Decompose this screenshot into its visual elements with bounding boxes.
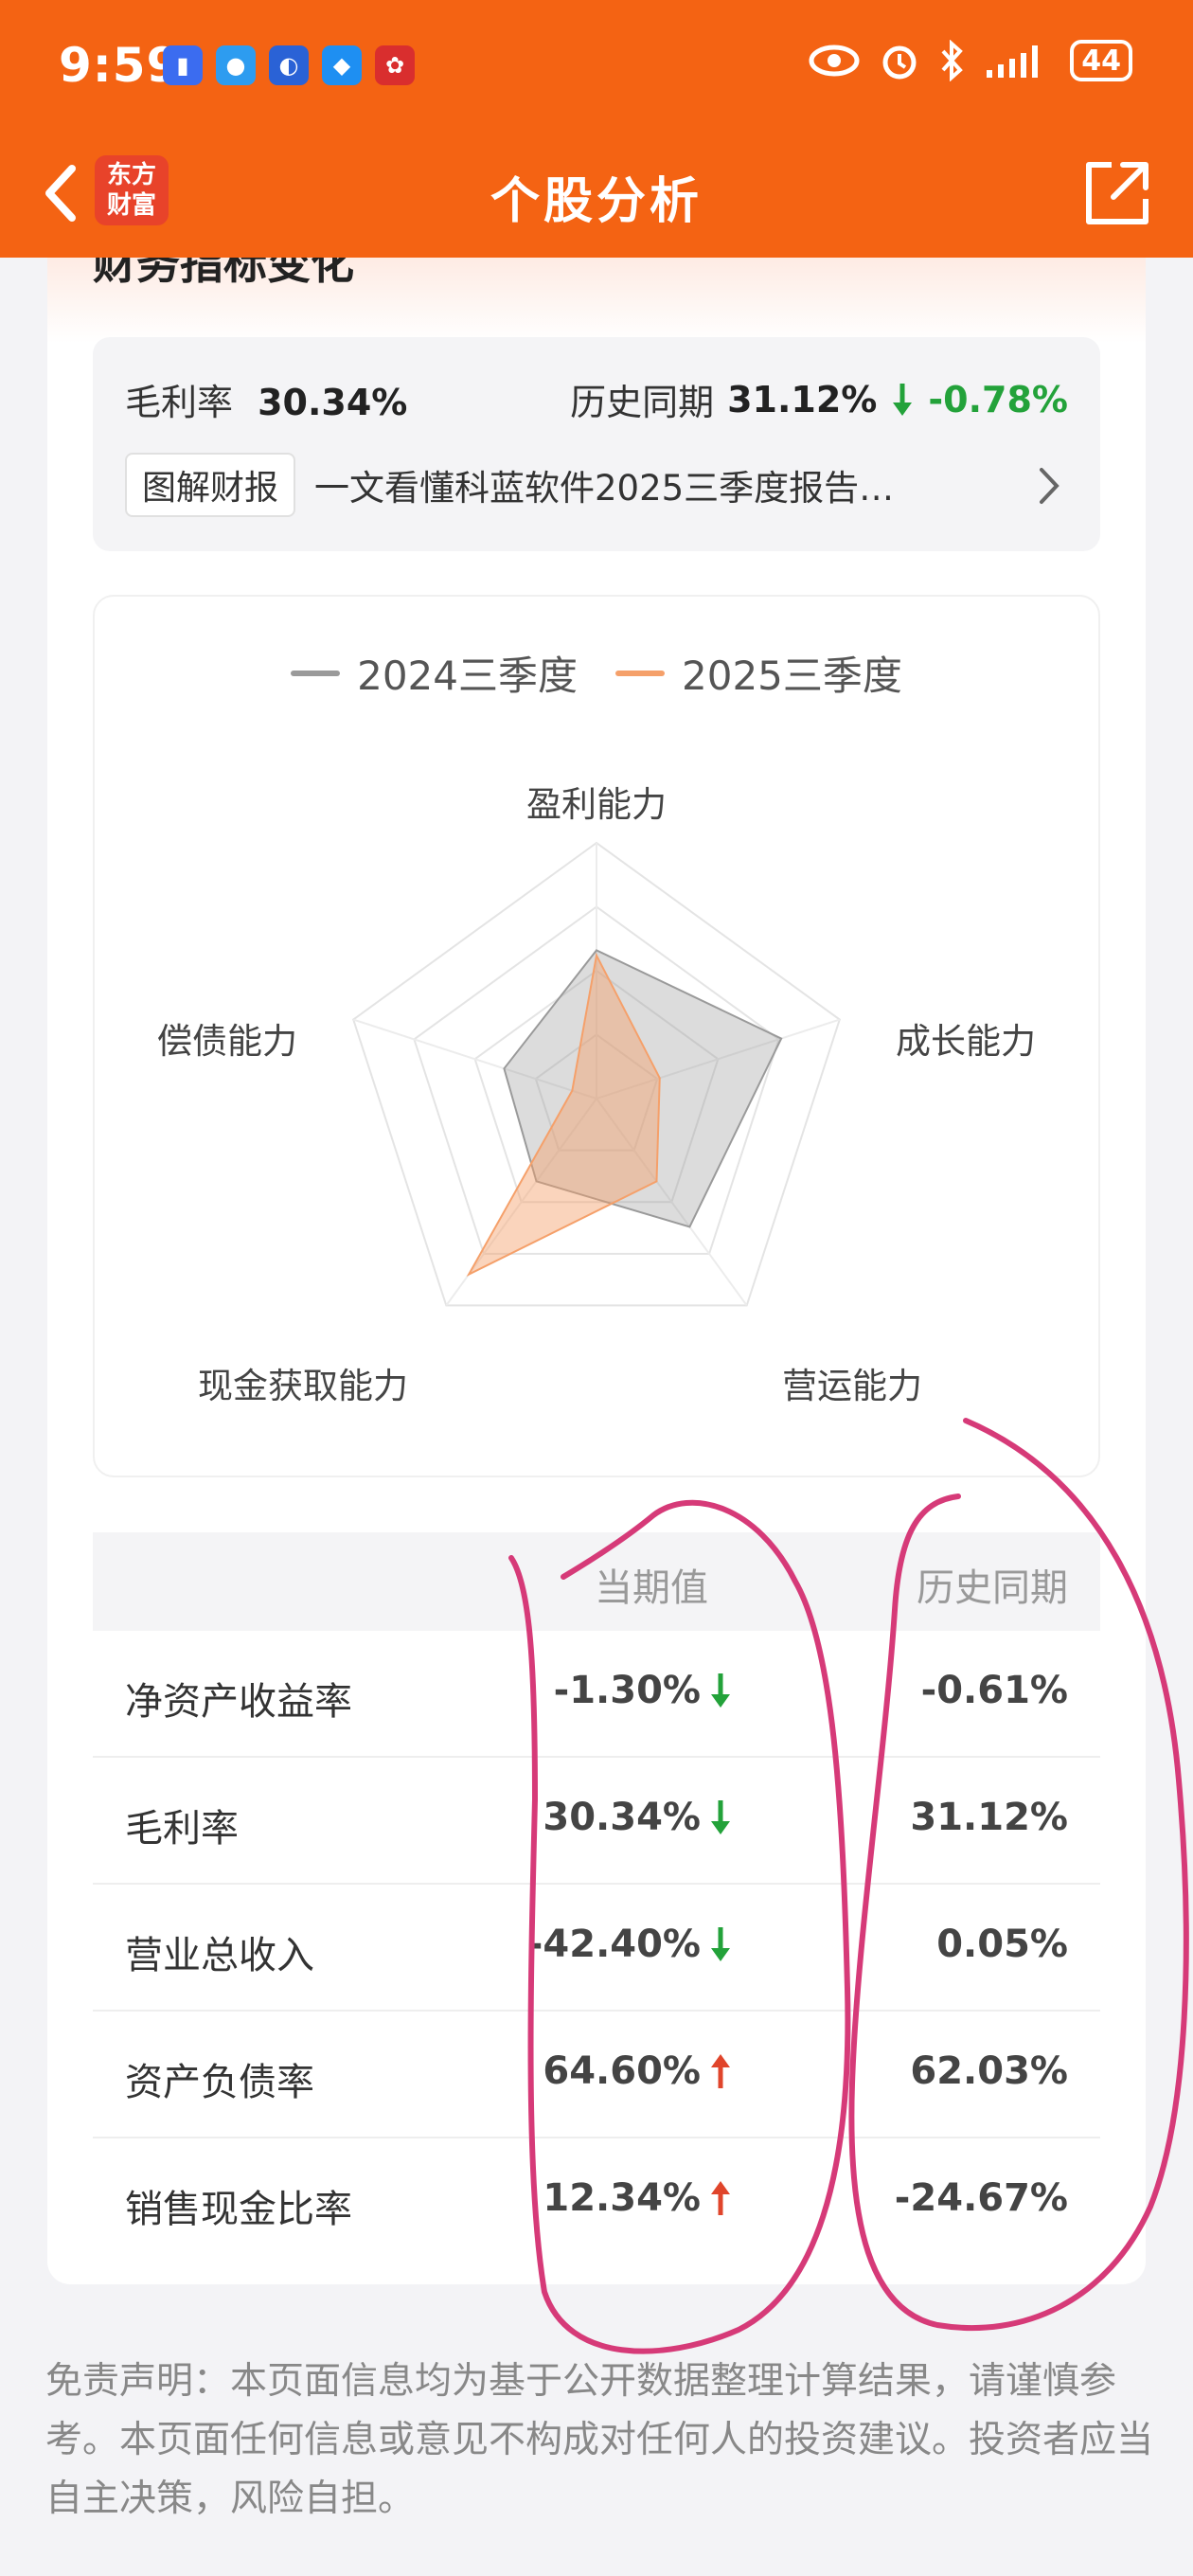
metric-label: 毛利率 [125, 382, 234, 423]
table-body: 净资产收益率 -1.30% -0.61% 毛利率 30.34% 31.12% 营业总收入 -4… [93, 1631, 1100, 2265]
report-link-row[interactable]: 图解财报 一文看懂科蓝软件2025三季度报告… [125, 453, 1068, 517]
history-value: 31.12% [727, 378, 878, 420]
financial-indicator-card: 财务指标变化 毛利率 30.34% 历史同期 31.12% -0.78% 图解财… [47, 227, 1146, 2284]
status-right: 44 [809, 40, 1132, 81]
radar-axis-label: 营运能力 [782, 1366, 922, 1406]
radar-chart: 盈利能力成长能力营运能力 现金获取能力 偿债能力 [157, 784, 1036, 1406]
row-current: 12.34% [543, 2176, 733, 2220]
row-current: 64.60% [543, 2049, 733, 2093]
table-row[interactable]: 净资产收益率 -1.30% -0.61% [93, 1631, 1100, 1758]
battery-indicator: 44 [1070, 40, 1132, 81]
report-tag: 图解财报 [125, 453, 296, 517]
arrow-down-icon [893, 383, 913, 416]
table-row[interactable]: 毛利率 30.34% 31.12% [93, 1758, 1100, 1885]
arrow-up-icon [711, 2054, 730, 2088]
radar-axis-label: 成长能力 [896, 1021, 1036, 1062]
shield-app-icon: ◆ [322, 45, 362, 85]
top-bar: 9:59 ▮ ● ◐ ◆ ✿ 44 东方 财富 个股分析 [0, 0, 1193, 258]
share-icon [1086, 162, 1148, 224]
eye-icon [809, 45, 860, 77]
current-metric: 毛利率 30.34% [125, 373, 407, 425]
row-history-value: -24.67% [894, 2176, 1068, 2220]
summary-metric-row: 毛利率 30.34% 历史同期 31.12% -0.78% [125, 373, 1068, 430]
row-current: -42.40% [527, 1923, 733, 1966]
row-current-value: -42.40% [526, 1923, 701, 1966]
row-current-value: 64.60% [543, 2049, 701, 2093]
row-name: 营业总收入 [125, 1934, 314, 1977]
row-current-value: 12.34% [543, 2176, 701, 2220]
voice-app-icon: ▮ [163, 45, 203, 85]
notification-icons: ▮ ● ◐ ◆ ✿ [163, 45, 415, 85]
row-history-value: 0.05% [936, 1923, 1068, 1966]
row-current-value: -1.30% [553, 1669, 701, 1712]
row-current: -1.30% [554, 1669, 733, 1712]
navigation-bar: 东方 财富 个股分析 [0, 133, 1193, 258]
table-header: 当期值 历史同期 [93, 1532, 1100, 1631]
row-name: 资产负债率 [125, 2061, 314, 2104]
alarm-icon [882, 45, 917, 80]
arrow-down-icon [711, 1927, 730, 1961]
history-label: 历史同期 [570, 382, 715, 423]
radar-axis-label: 盈利能力 [526, 784, 667, 825]
arrow-down-icon [711, 1800, 730, 1834]
header-current: 当期值 [595, 1566, 708, 1610]
row-history-value: -0.61% [920, 1669, 1068, 1712]
radar-axis-label: 偿债能力 [157, 1021, 297, 1062]
radar-chart-box: 2024三季度 2025三季度 盈利能力 成长能力 营运能力 现金获取能力 偿债能力 [93, 595, 1100, 1477]
row-history-value: 62.03% [910, 2049, 1068, 2093]
message-app-icon: ● [216, 45, 256, 85]
metric-value: 30.34% [258, 382, 408, 423]
change-value: -0.78% [928, 378, 1068, 420]
row-current-value: 30.34% [543, 1796, 701, 1839]
bluetooth-icon [941, 40, 964, 81]
summary-box: 毛利率 30.34% 历史同期 31.12% -0.78% 图解财报 一文看懂科… [93, 337, 1100, 551]
row-history-value: 31.12% [910, 1796, 1068, 1839]
row-name: 销售现金比率 [125, 2188, 352, 2231]
page-title: 个股分析 [490, 173, 703, 230]
row-name: 净资产收益率 [125, 1680, 352, 1724]
table-row[interactable]: 资产负债率 64.60% 62.03% [93, 2012, 1100, 2138]
chevron-right-icon [1040, 468, 1059, 504]
history-metric: 历史同期 31.12% -0.78% [570, 373, 1068, 425]
indicator-table: 当期值 历史同期 净资产收益率 -1.30% -0.61% 毛利率 30.34% 31.1… [93, 1532, 1100, 2265]
status-bar: 9:59 ▮ ● ◐ ◆ ✿ 44 [0, 0, 1193, 133]
row-name: 毛利率 [125, 1807, 239, 1851]
disclaimer-text: 免责声明：本页面信息均为基于公开数据整理计算结果，请谨慎参考。本页面任何信息或意… [45, 2360, 1154, 2520]
radar-axis-label: 现金获取能力 [198, 1366, 408, 1406]
table-row[interactable]: 销售现金比率 12.34% -24.67% [93, 2138, 1100, 2265]
arrow-up-icon [711, 2181, 730, 2215]
table-row[interactable]: 营业总收入 -42.40% 0.05% [93, 1885, 1100, 2012]
arrow-down-icon [711, 1673, 730, 1708]
row-current: 30.34% [543, 1796, 733, 1839]
calendar-app-icon: ◐ [269, 45, 309, 85]
report-link[interactable]: 一文看懂科蓝软件2025三季度报告… [314, 459, 987, 510]
share-button[interactable] [1079, 155, 1155, 231]
signal-icon [987, 45, 1039, 78]
news-app-icon: ✿ [375, 45, 415, 85]
header-history: 历史同期 [917, 1566, 1068, 1610]
